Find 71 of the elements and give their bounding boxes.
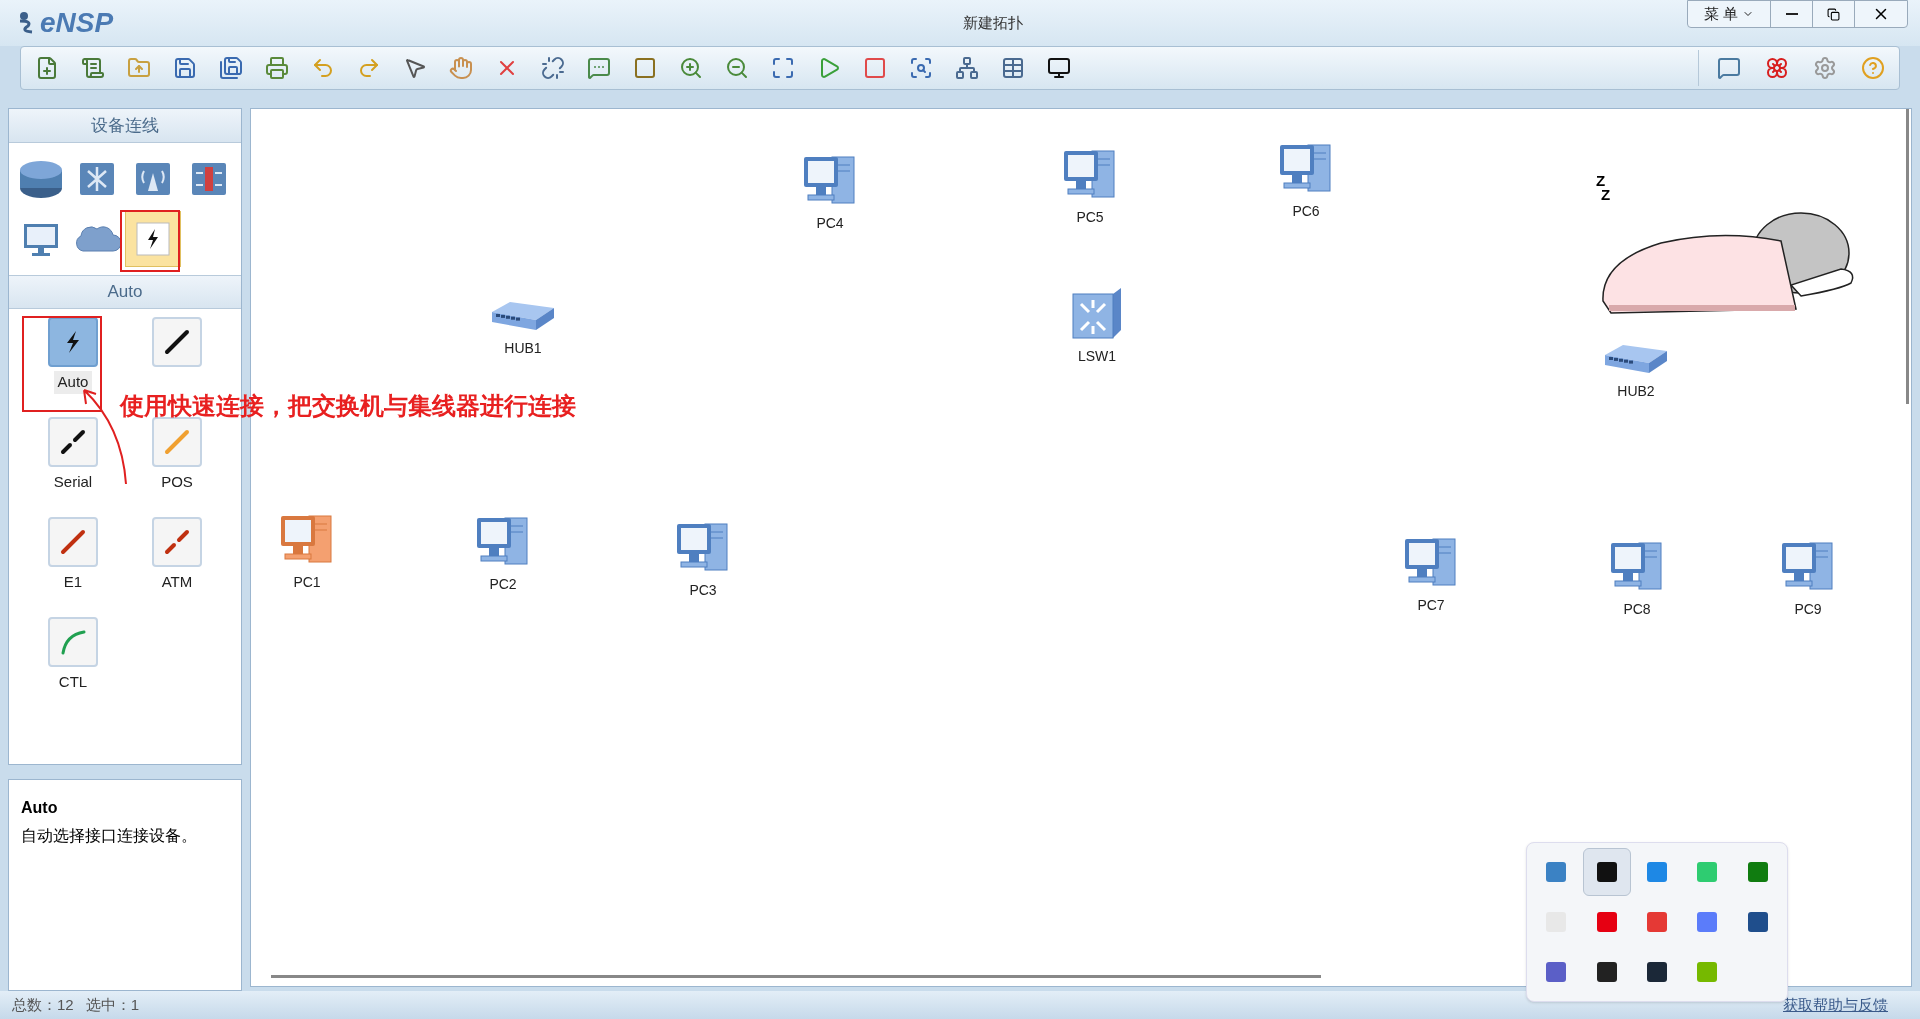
device-type-button[interactable] — [125, 211, 181, 267]
unlink-icon — [541, 56, 565, 80]
cable-label: CTL — [57, 672, 89, 692]
hand-icon — [449, 56, 473, 80]
undo-icon — [311, 56, 335, 80]
speech-bubble-icon — [587, 56, 611, 80]
total-count: 总数：12 — [12, 994, 74, 1015]
device-label: PC4 — [816, 214, 844, 233]
description-title: Auto — [21, 798, 59, 818]
device-label: PC7 — [1417, 596, 1445, 615]
section-header: 设备连线 — [9, 109, 241, 143]
topology-icon — [955, 56, 979, 80]
printer-icon — [265, 56, 289, 80]
cable-icon — [58, 527, 88, 557]
device-label: PC3 — [689, 581, 717, 600]
cable-icon — [162, 527, 192, 557]
device-label: PC6 — [1292, 202, 1320, 221]
scrollbar[interactable] — [271, 975, 1321, 978]
grid-icon — [1001, 56, 1025, 80]
cable-label: POS — [160, 472, 194, 492]
annotation-box — [120, 210, 180, 272]
annotation-text: 使用快速连接，把交换机与集线器进行连接 — [120, 391, 576, 421]
cable-icon — [58, 427, 88, 457]
cable-label: Auto — [53, 371, 93, 394]
description-text: 自动选择接口连接设备。 — [21, 826, 198, 846]
sleep-mark: Z — [1601, 188, 1611, 202]
device-label: PC2 — [489, 575, 517, 594]
app-logo-text: eNSP — [40, 6, 114, 40]
sleep-mark: Z — [1596, 174, 1607, 188]
device-label: LSW1 — [1077, 347, 1117, 366]
cable-label: E1 — [62, 572, 84, 592]
folder-icon — [127, 56, 151, 80]
cable-icon — [162, 427, 192, 457]
help-link[interactable]: 获取帮助与反馈 — [1783, 993, 1888, 1017]
cable-type-button[interactable] — [152, 317, 202, 367]
lightning-icon — [136, 222, 170, 256]
stop-icon — [863, 56, 887, 80]
device-label: PC9 — [1794, 600, 1822, 619]
window-title: 新建拓扑 — [962, 12, 1025, 33]
selected-count: 选中：1 — [85, 994, 140, 1015]
scrollbar[interactable] — [1906, 109, 1909, 404]
terminal-icon — [1047, 56, 1071, 80]
device-label: HUB1 — [504, 339, 542, 358]
comment-icon — [1717, 56, 1741, 80]
capture-icon — [909, 56, 933, 80]
cable-type-button[interactable] — [48, 417, 98, 467]
router-icon — [18, 158, 64, 200]
save-as-icon — [219, 56, 243, 80]
minimize-icon — [1785, 13, 1798, 15]
rectangle-icon — [633, 56, 657, 80]
save-icon — [173, 56, 197, 80]
cable-label: Serial — [52, 472, 94, 492]
new-file-icon — [35, 56, 59, 80]
pointer-icon — [403, 56, 427, 80]
zoom-in-icon — [679, 56, 703, 80]
device-label: HUB2 — [1617, 382, 1655, 401]
fit-icon — [771, 56, 795, 80]
help-icon — [1861, 56, 1885, 80]
scroll-icon — [81, 56, 105, 80]
device-label: PC5 — [1076, 208, 1104, 227]
cable-label: ATM — [160, 572, 194, 592]
section-header: Auto — [9, 275, 241, 309]
redo-icon — [357, 56, 381, 80]
settings-icon — [1813, 56, 1837, 80]
zoom-out-icon — [725, 56, 749, 80]
tray-slot[interactable] — [1582, 848, 1631, 896]
cable-type-button[interactable] — [48, 317, 98, 367]
cable-icon — [162, 327, 192, 357]
device-label: PC8 — [1623, 600, 1651, 619]
restore-icon — [1827, 7, 1840, 21]
device-label: PC1 — [293, 573, 321, 592]
